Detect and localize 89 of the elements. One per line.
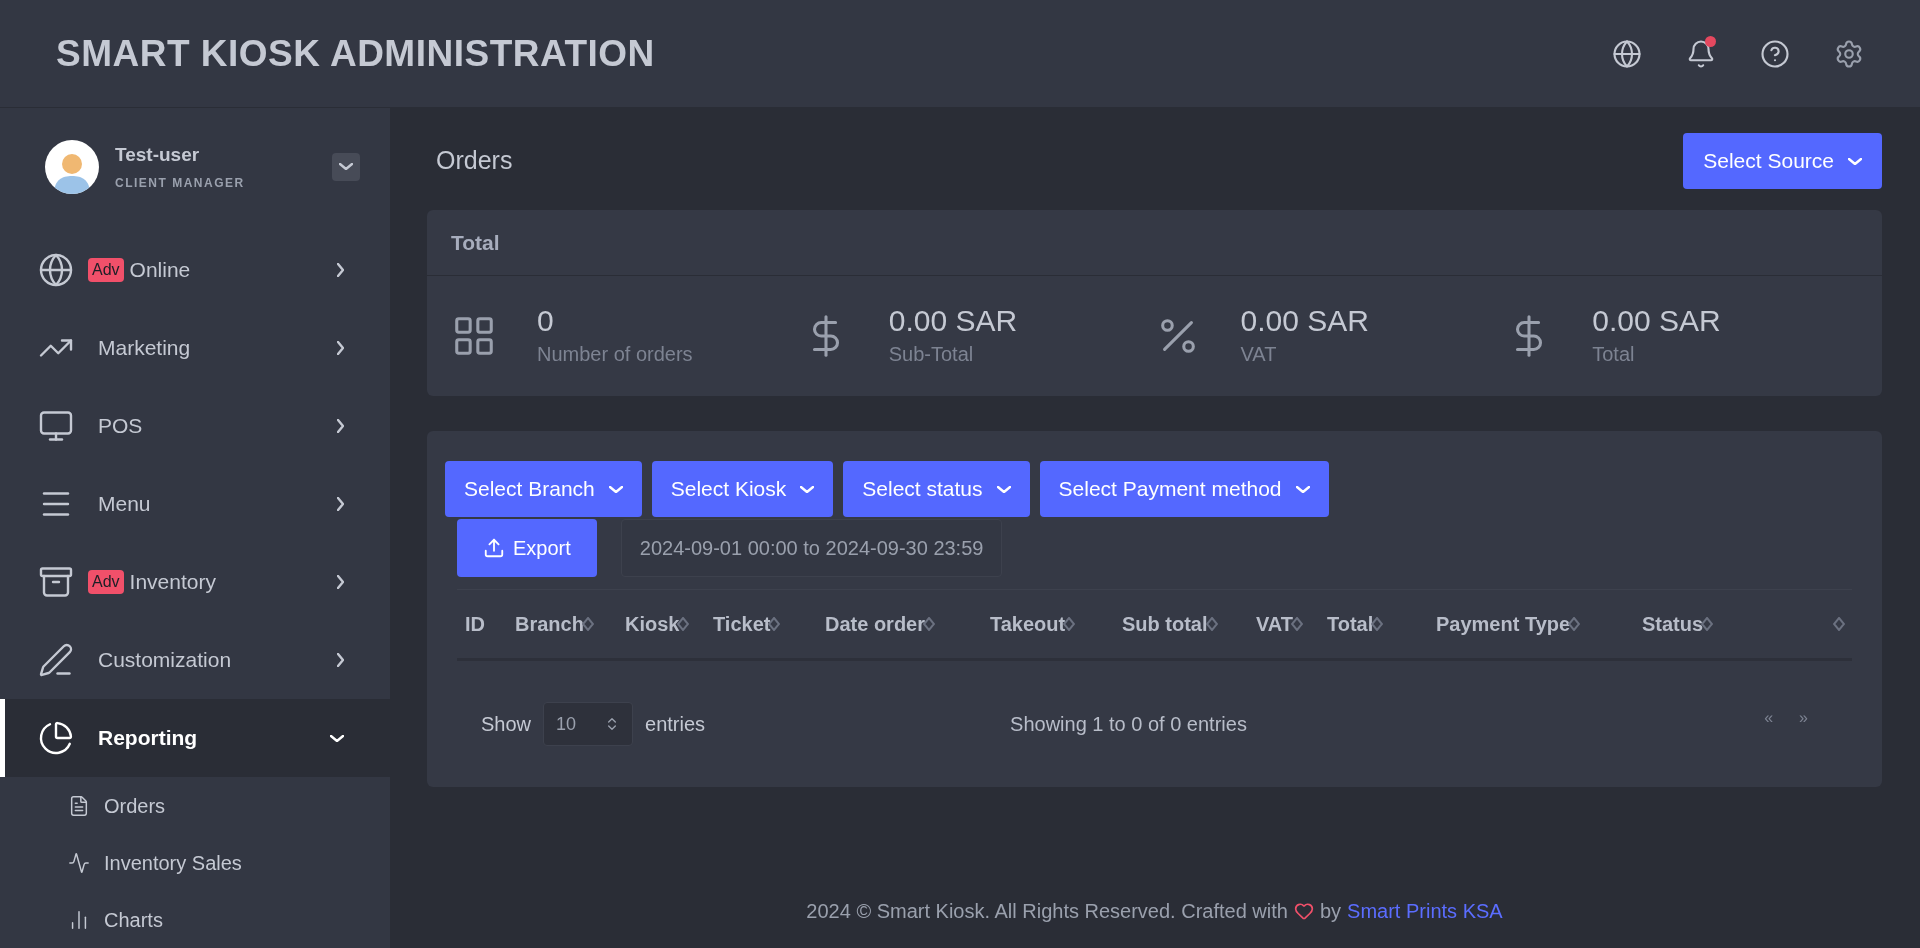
show-label: Show <box>481 712 532 737</box>
filter-dropdown[interactable]: Select status <box>843 461 1030 517</box>
sidebar-item[interactable]: Reporting <box>0 699 390 777</box>
sidebar-item-label: Menu <box>98 491 152 518</box>
stat-label: VAT <box>1240 342 1278 367</box>
sidebar-item-label: Customization <box>98 647 233 674</box>
sidebar-subitem[interactable]: Charts <box>0 891 390 948</box>
column-header[interactable]: Ticket <box>713 609 771 639</box>
globe-icon <box>38 252 74 288</box>
column-header[interactable]: Total <box>1327 609 1374 639</box>
upload-icon <box>483 537 505 559</box>
stat-label: Sub-Total <box>888 342 975 367</box>
column-header[interactable]: Sub total <box>1122 609 1208 639</box>
chevron-down-icon <box>339 163 353 170</box>
sidebar-item[interactable]: Marketing <box>0 309 390 387</box>
language-globe-icon[interactable] <box>1612 38 1642 69</box>
adv-badge: Adv <box>88 258 124 282</box>
chevron-right-icon <box>337 653 344 667</box>
page-size-select[interactable]: 10 <box>543 702 634 746</box>
export-button[interactable]: Export <box>457 519 597 577</box>
chevron-right-icon <box>337 575 344 589</box>
chevron-down-icon <box>800 485 815 493</box>
stat-value: 0 <box>537 303 555 339</box>
pie-chart-icon <box>38 720 74 756</box>
app-title: SMART KIOSK ADMINISTRATION <box>56 31 655 76</box>
stat-label: Number of orders <box>537 342 693 367</box>
chevron-down-icon <box>996 485 1011 493</box>
sidebar-subitem[interactable]: Orders <box>0 777 390 834</box>
sidebar-item[interactable]: Adv Inventory <box>0 543 390 621</box>
settings-icon[interactable] <box>1834 38 1864 69</box>
page-title: Orders <box>436 145 513 177</box>
footer-text: 2024 © Smart Kiosk. All Rights Reserved. Crafted with <box>806 899 1288 924</box>
column-header[interactable]: ID <box>465 609 485 639</box>
adv-badge: Adv <box>88 570 124 594</box>
user-name: Test-user <box>115 143 201 168</box>
select-source-button[interactable]: Select Source <box>1683 133 1882 189</box>
chevron-right-icon <box>337 263 344 277</box>
sidebar-item-label: Reporting <box>98 725 199 752</box>
stat-value: 0.00 SAR <box>888 303 1018 339</box>
sidebar-subitem-label: Charts <box>104 907 163 933</box>
card-title: Total <box>451 229 500 256</box>
column-header[interactable]: Takeout <box>990 609 1066 639</box>
help-icon[interactable] <box>1760 38 1790 69</box>
filter-dropdown[interactable]: Select Branch <box>445 461 642 517</box>
sidebar-item-label: Online <box>129 257 192 284</box>
user-role: CLIENT MANAGER <box>115 174 246 192</box>
sidebar-subitem-label: Inventory Sales <box>104 850 242 876</box>
entries-info: Showing 1 to 0 of 0 entries <box>1010 712 1248 737</box>
pen-icon <box>38 642 74 678</box>
sidebar-item-label: Marketing <box>98 335 192 362</box>
stat-value: 0.00 SAR <box>1240 303 1369 339</box>
filter-dropdown[interactable]: Select Kiosk <box>651 461 834 517</box>
column-header[interactable]: VAT <box>1256 609 1294 639</box>
sidebar-item-label: POS <box>98 413 144 440</box>
chevron-down-icon <box>330 734 344 742</box>
archive-box-icon <box>38 564 74 600</box>
chevron-down-icon <box>608 485 623 493</box>
sidebar-item[interactable]: POS <box>0 387 390 465</box>
sidebar-item-label: Inventory <box>129 569 217 596</box>
footer-link[interactable]: Smart Prints KSA <box>1347 896 1503 926</box>
column-header[interactable]: Branch <box>515 609 584 639</box>
column-header[interactable]: Date order <box>825 609 926 639</box>
column-header[interactable]: Kiosk <box>625 609 680 639</box>
footer-by: by <box>1319 899 1342 924</box>
chevron-down-icon <box>1295 485 1310 493</box>
chevron-down-icon <box>1848 157 1862 165</box>
sidebar-subitem[interactable]: Inventory Sales <box>0 834 390 891</box>
user-menu-toggle[interactable] <box>332 152 360 181</box>
filter-dropdown[interactable]: Select Payment method <box>1039 461 1329 517</box>
entries-label: entries <box>645 712 706 737</box>
stat-value: 0.00 SAR <box>1592 303 1721 339</box>
monitor-icon <box>38 408 74 444</box>
sidebar-item[interactable]: Adv Online <box>0 231 390 309</box>
document-icon <box>68 794 90 817</box>
sidebar-subitem-label: Orders <box>104 793 166 819</box>
next-page-link[interactable]: » <box>1799 706 1808 730</box>
pulse-icon <box>68 851 90 874</box>
chevron-right-icon <box>337 341 344 355</box>
column-header[interactable]: Status <box>1642 609 1704 639</box>
notifications-icon[interactable] <box>1686 38 1716 69</box>
date-range-field[interactable]: 2024-09-01 00:00 to 2024-09-30 23:59 <box>620 519 1003 577</box>
sidebar-item[interactable]: Customization <box>0 621 390 699</box>
stat-label: Total <box>1592 342 1636 367</box>
sidebar-item[interactable]: Menu <box>0 465 390 543</box>
chevron-right-icon <box>337 419 344 433</box>
heart-icon <box>1293 901 1314 921</box>
column-header[interactable]: Payment Type <box>1436 609 1571 639</box>
previous-page-link[interactable]: « <box>1764 706 1774 730</box>
chevron-right-icon <box>337 497 344 511</box>
